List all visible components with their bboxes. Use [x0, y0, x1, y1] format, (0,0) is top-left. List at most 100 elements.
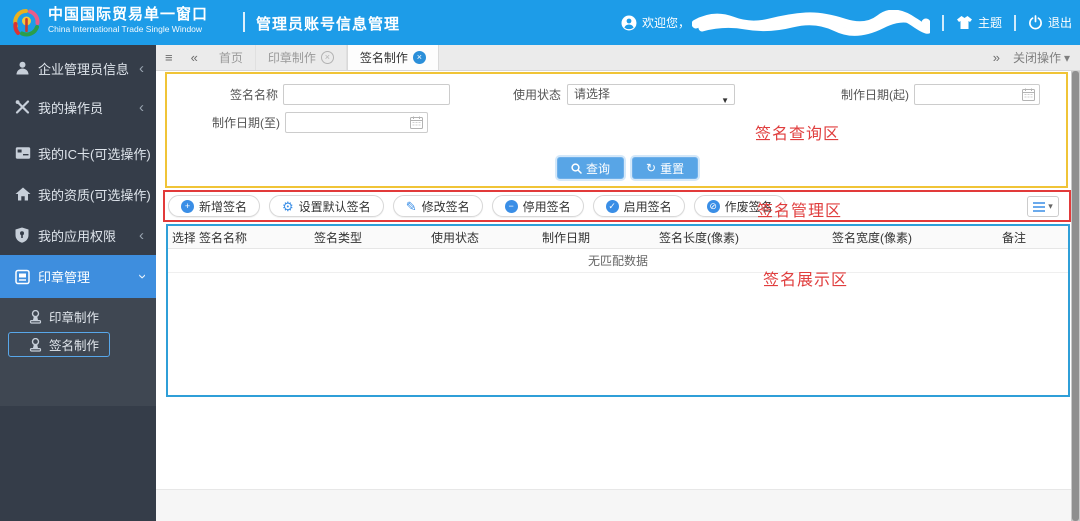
column-header-select: 选择	[168, 229, 195, 246]
tab-signature-making[interactable]: 签名制作 ×	[347, 45, 439, 70]
stamp-icon	[29, 310, 42, 324]
tab-seal-making[interactable]: 印章制作 ×	[256, 45, 347, 70]
tab-home[interactable]: 首页	[207, 45, 256, 70]
tabs-scroll-left-icon[interactable]: «	[182, 45, 207, 70]
header-divider	[243, 12, 245, 32]
signature-name-input[interactable]	[283, 84, 450, 105]
content-footer-strip	[156, 489, 1080, 521]
user-avatar-icon	[621, 15, 637, 31]
ic-card-icon	[15, 147, 31, 160]
sidebar-item-my-ic-card[interactable]: 我的IC卡(可选操作) ‹	[0, 133, 156, 173]
sidebar-item-seal-management[interactable]: 印章管理 ‹	[0, 255, 156, 298]
sidebar-toggle-icon[interactable]: ≡	[156, 45, 182, 70]
disable-signature-button[interactable]: − 停用签名	[492, 195, 584, 217]
column-header-name: 签名名称	[195, 229, 310, 246]
sidebar-item-label: 我的操作员	[38, 98, 103, 117]
scrollbar-thumb[interactable]	[1072, 71, 1079, 521]
check-circle-icon: ✓	[606, 200, 619, 213]
tab-bar-right: » 关闭操作 ▾	[984, 45, 1080, 70]
tab-close-icon[interactable]: ×	[413, 51, 426, 64]
tabs-scroll-right-icon[interactable]: »	[984, 50, 1009, 65]
signature-toolbar: + 新增签名 ⚙ 设置默认签名 ✎ 修改签名 − 停用签名 ✓ 启用签名 ⊘ 作…	[168, 195, 786, 217]
sidebar-item-my-qualifications[interactable]: 我的资质(可选操作) ‹	[0, 174, 156, 214]
sidebar-item-enterprise-admin-info[interactable]: 企业管理员信息 ‹	[0, 48, 156, 88]
redaction-scribble	[692, 10, 930, 36]
sidebar-item-my-operators[interactable]: 我的操作员 ‹	[0, 87, 156, 127]
seal-icon	[15, 269, 30, 284]
table-header-row: 选择 签名名称 签名类型 使用状态 制作日期 签名长度(像素) 签名宽度(像素)…	[168, 226, 1068, 249]
tab-label: 首页	[219, 49, 243, 66]
chevron-left-icon: ‹	[139, 99, 144, 116]
usage-status-label: 使用状态	[505, 85, 561, 105]
caret-down-icon: ▾	[1048, 201, 1053, 212]
theme-label: 主题	[978, 14, 1002, 31]
reset-button-label: 重置	[660, 160, 684, 177]
calendar-icon[interactable]	[410, 116, 423, 129]
button-label: 停用签名	[523, 198, 571, 215]
submenu-item-seal-making[interactable]: 印章制作	[8, 304, 110, 329]
submenu-item-label: 印章制作	[49, 307, 99, 326]
close-operations-label: 关闭操作	[1013, 49, 1061, 66]
date-to-input[interactable]	[285, 112, 428, 133]
home-icon	[15, 187, 31, 201]
tab-label: 签名制作	[360, 49, 408, 66]
search-icon	[571, 163, 582, 174]
reset-icon: ↻	[646, 161, 656, 175]
stamp-icon	[29, 338, 42, 352]
logout-button[interactable]: 退出	[1028, 14, 1072, 31]
modify-signature-button[interactable]: ✎ 修改签名	[393, 195, 483, 217]
shield-icon	[15, 227, 29, 243]
sidebar-item-label: 我的资质(可选操作)	[38, 185, 151, 204]
button-label: 新增签名	[199, 198, 247, 215]
caret-down-icon: ▾	[1064, 51, 1070, 65]
chevron-down-icon: ‹	[133, 274, 150, 279]
brand-block: 中国国际贸易单一窗口 China International Trade Sin…	[48, 5, 208, 34]
chevron-left-icon: ‹	[139, 60, 144, 77]
usage-status-select[interactable]: 请选择 ▼	[567, 84, 735, 105]
plus-circle-icon: +	[181, 200, 194, 213]
theme-button[interactable]: 主题	[956, 14, 1002, 31]
user-icon	[15, 61, 30, 76]
tab-label: 印章制作	[268, 49, 316, 66]
set-default-signature-button[interactable]: ⚙ 设置默认签名	[269, 195, 384, 217]
button-label: 设置默认签名	[299, 198, 371, 215]
welcome-prefix: 欢迎您，	[642, 14, 690, 31]
column-header-length: 签名长度(像素)	[655, 229, 828, 246]
minus-circle-icon: −	[505, 200, 518, 213]
enable-signature-button[interactable]: ✓ 启用签名	[593, 195, 685, 217]
sidebar-item-label: 企业管理员信息	[38, 59, 129, 78]
sidebar-item-label: 印章管理	[38, 267, 90, 286]
table-empty-row: 无匹配数据	[168, 249, 1068, 273]
gear-icon: ⚙	[282, 200, 294, 213]
sidebar-item-label: 我的应用权限	[38, 226, 116, 245]
list-icon	[1033, 202, 1045, 212]
close-operations-dropdown[interactable]: 关闭操作 ▾	[1009, 49, 1080, 66]
reset-button[interactable]: ↻ 重置	[632, 157, 698, 179]
void-circle-icon: ⊘	[707, 200, 720, 213]
header-divider	[1014, 15, 1016, 31]
page-title: 管理员账号信息管理	[256, 13, 400, 34]
header-right: 欢迎您， 主题 退出	[621, 0, 1072, 45]
vertical-scrollbar[interactable]	[1071, 71, 1080, 521]
column-settings-button[interactable]: ▾	[1027, 196, 1059, 217]
admin-account-management-app: 中国国际贸易单一窗口 China International Trade Sin…	[0, 0, 1080, 521]
welcome-text: 欢迎您，	[642, 10, 930, 36]
signature-name-label: 签名名称	[198, 85, 278, 105]
search-button[interactable]: 查询	[557, 157, 624, 179]
tab-bar: ≡ « 首页 印章制作 × 签名制作 × » 关闭操作 ▾	[156, 45, 1080, 71]
search-button-label: 查询	[586, 160, 610, 177]
brand-subtitle: China International Trade Single Window	[48, 24, 208, 34]
column-header-status: 使用状态	[427, 229, 538, 246]
shirt-icon	[956, 15, 973, 30]
submenu-item-signature-making[interactable]: 签名制作	[8, 332, 110, 357]
power-icon	[1028, 15, 1043, 30]
pencil-icon: ✎	[406, 200, 417, 213]
usage-status-value: 请选择	[574, 87, 610, 101]
sidebar-item-my-app-permissions[interactable]: 我的应用权限 ‹	[0, 215, 156, 255]
sidebar-nav: 企业管理员信息 ‹ 我的操作员 ‹ 我的IC卡(可选操作) ‹ 我的资质(可选操…	[0, 45, 156, 521]
add-signature-button[interactable]: + 新增签名	[168, 195, 260, 217]
tab-close-icon[interactable]: ×	[321, 51, 334, 64]
column-header-date: 制作日期	[538, 229, 655, 246]
calendar-icon[interactable]	[1022, 88, 1035, 101]
date-to-label: 制作日期(至)	[190, 113, 280, 133]
